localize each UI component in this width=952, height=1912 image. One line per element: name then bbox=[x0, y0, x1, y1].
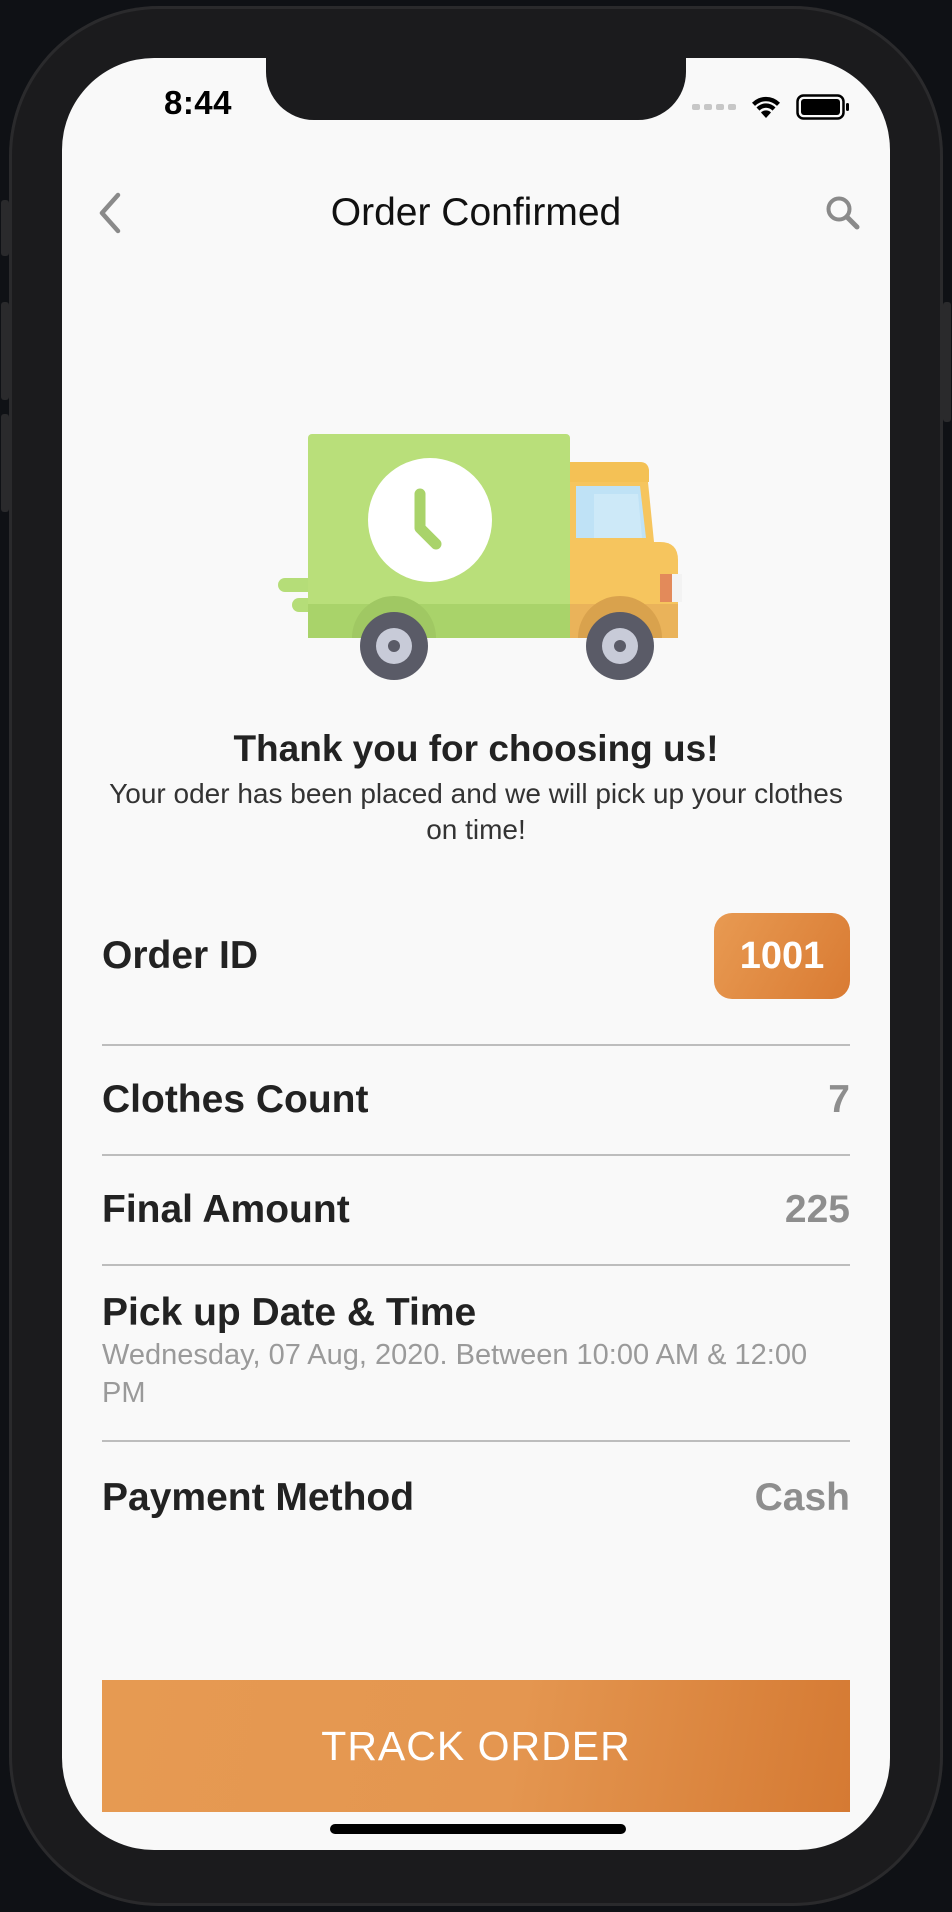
navigation-bar: Order Confirmed bbox=[62, 168, 890, 258]
order-details: Order ID 1001 Clothes Count 7 Final Amou… bbox=[102, 868, 850, 1554]
order-id-row: Order ID 1001 bbox=[102, 868, 850, 1046]
volume-up-button bbox=[1, 302, 9, 400]
payment-method-value: Cash bbox=[754, 1476, 850, 1519]
final-amount-label: Final Amount bbox=[102, 1188, 350, 1231]
cellular-signal-icon bbox=[692, 104, 736, 110]
pickup-datetime-label: Pick up Date & Time bbox=[102, 1291, 477, 1334]
app-screen: 8:44 Order Confirmed Thank you for choos… bbox=[62, 58, 890, 1850]
power-button bbox=[943, 302, 951, 422]
payment-method-row: Payment Method Cash bbox=[102, 1442, 850, 1554]
chevron-left-icon bbox=[99, 192, 121, 234]
final-amount-row: Final Amount 225 bbox=[102, 1156, 850, 1266]
page-title: Order Confirmed bbox=[330, 191, 622, 234]
search-button[interactable] bbox=[818, 188, 868, 238]
notch bbox=[266, 58, 686, 120]
volume-down-button bbox=[1, 414, 9, 512]
search-icon bbox=[826, 196, 860, 230]
delivery-truck-clock-icon bbox=[278, 434, 682, 680]
clothes-count-label: Clothes Count bbox=[102, 1078, 369, 1121]
status-icons bbox=[692, 92, 850, 122]
order-id-label: Order ID bbox=[102, 934, 259, 977]
clothes-count-value: 7 bbox=[828, 1078, 850, 1121]
battery-icon bbox=[796, 94, 849, 120]
clothes-count-row: Clothes Count 7 bbox=[102, 1046, 850, 1156]
track-order-button[interactable]: TRACK ORDER bbox=[102, 1680, 850, 1812]
status-time: 8:44 bbox=[163, 84, 233, 121]
pickup-datetime-row: Pick up Date & Time Wednesday, 07 Aug, 2… bbox=[102, 1266, 850, 1442]
mute-switch bbox=[1, 200, 9, 256]
back-button[interactable] bbox=[88, 188, 132, 238]
pickup-datetime-value: Wednesday, 07 Aug, 2020. Between 10:00 A… bbox=[102, 1339, 808, 1409]
confirmation-message: Your oder has been placed and we will pi… bbox=[109, 778, 843, 845]
wifi-icon bbox=[752, 96, 780, 118]
final-amount-value: 225 bbox=[784, 1188, 850, 1231]
order-id-badge: 1001 bbox=[714, 913, 850, 999]
thank-you-heading: Thank you for choosing us! bbox=[233, 728, 719, 769]
payment-method-label: Payment Method bbox=[102, 1476, 415, 1519]
home-indicator[interactable] bbox=[330, 1824, 626, 1834]
